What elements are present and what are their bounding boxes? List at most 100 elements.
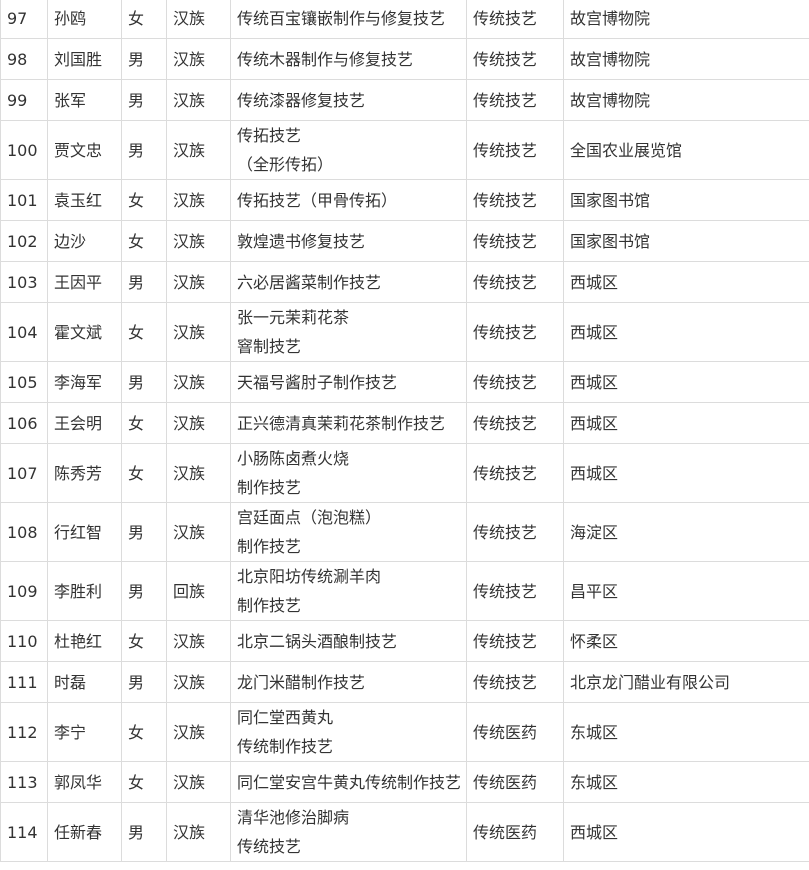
cell-ethnicity: 汉族 [166, 443, 231, 503]
cell-unit: 国家图书馆 [563, 220, 809, 262]
project-line: （全形传拓） [237, 155, 334, 174]
cell-gender: 女 [121, 702, 167, 762]
cell-project: 小肠陈卤煮火烧 制作技艺 [230, 443, 467, 503]
project-line: 正兴德清真茉莉花茶制作技艺 [237, 413, 446, 433]
cell-number: 101 [0, 179, 48, 221]
cell-unit: 怀柔区 [563, 620, 809, 662]
cell-project: 宫廷面点（泡泡糕） 制作技艺 [230, 502, 467, 562]
table-row: 106 王会明女汉族 正兴德清真茉莉花茶制作技艺 传统技艺 西城区 [0, 402, 809, 444]
cell-number: 97 [0, 0, 48, 39]
cell-gender: 男 [121, 802, 167, 862]
cell-category: 传统技艺 [466, 361, 564, 403]
cell-project: 北京二锅头酒酿制技艺 [230, 620, 467, 662]
cell-project: 清华池修治脚病 传统技艺 [230, 802, 467, 862]
cell-category: 传统医药 [466, 702, 564, 762]
cell-number: 103 [0, 261, 48, 303]
table-row: 109 李胜利男回族 北京阳坊传统涮羊肉 制作技艺 传统技艺 昌平区 [0, 561, 809, 621]
cell-ethnicity: 汉族 [166, 620, 231, 662]
cell-gender: 男 [121, 120, 167, 180]
cell-unit: 昌平区 [563, 561, 809, 621]
cell-gender: 女 [121, 443, 167, 503]
cell-name: 孙鸥 [47, 0, 122, 39]
cell-category: 传统技艺 [466, 443, 564, 503]
project-line: 制作技艺 [237, 596, 302, 615]
project-line: 同仁堂西黄丸 [237, 708, 334, 727]
cell-category: 传统技艺 [466, 0, 564, 39]
cell-gender: 男 [121, 561, 167, 621]
table-row: 105 李海军男汉族 天福号酱肘子制作技艺 传统技艺 西城区 [0, 361, 809, 403]
project-line: 清华池修治脚病 [237, 808, 350, 827]
cell-name: 行红智 [47, 502, 122, 562]
cell-number: 114 [0, 802, 48, 862]
project-line: 传统漆器修复技艺 [237, 90, 366, 110]
cell-ethnicity: 汉族 [166, 79, 231, 121]
cell-project: 北京阳坊传统涮羊肉 制作技艺 [230, 561, 467, 621]
cell-number: 112 [0, 702, 48, 762]
cell-project: 同仁堂西黄丸 传统制作技艺 [230, 702, 467, 762]
table-row: 108 行红智男汉族 宫廷面点（泡泡糕） 制作技艺 传统技艺 海淀区 [0, 502, 809, 562]
cell-category: 传统技艺 [466, 79, 564, 121]
project-line: 传拓技艺（甲骨传拓） [237, 190, 398, 210]
cell-ethnicity: 汉族 [166, 802, 231, 862]
cell-number: 113 [0, 761, 48, 803]
cell-project: 张一元茉莉花茶 窨制技艺 [230, 302, 467, 362]
project-line: 北京二锅头酒酿制技艺 [237, 631, 398, 651]
cell-project: 传统漆器修复技艺 [230, 79, 467, 121]
cell-number: 107 [0, 443, 48, 503]
cell-category: 传统技艺 [466, 302, 564, 362]
cell-project: 敦煌遗书修复技艺 [230, 220, 467, 262]
project-line: 制作技艺 [237, 478, 302, 497]
cell-gender: 男 [121, 502, 167, 562]
project-line: 传统技艺 [237, 837, 302, 856]
cell-unit: 海淀区 [563, 502, 809, 562]
cell-project: 传统木器制作与修复技艺 [230, 38, 467, 80]
table-row: 114 任新春男汉族 清华池修治脚病 传统技艺 传统医药 西城区 [0, 802, 809, 862]
project-line: 传统木器制作与修复技艺 [237, 49, 414, 69]
cell-project: 六必居酱菜制作技艺 [230, 261, 467, 303]
cell-gender: 男 [121, 38, 167, 80]
cell-category: 传统技艺 [466, 220, 564, 262]
cell-name: 郭凤华 [47, 761, 122, 803]
cell-unit: 西城区 [563, 361, 809, 403]
cell-unit: 西城区 [563, 302, 809, 362]
project-line: 张一元茉莉花茶 [237, 308, 350, 327]
inheritors-table: 97 孙鸥女汉族 传统百宝镶嵌制作与修复技艺 传统技艺 故宫博物院 98 刘国胜男汉族 传统木… [0, 0, 809, 862]
table-body: 97 孙鸥女汉族 传统百宝镶嵌制作与修复技艺 传统技艺 故宫博物院 98 刘国胜男汉族 传统木… [0, 0, 809, 862]
table-row: 97 孙鸥女汉族 传统百宝镶嵌制作与修复技艺 传统技艺 故宫博物院 [0, 0, 809, 39]
cell-category: 传统医药 [466, 761, 564, 803]
cell-name: 贾文忠 [47, 120, 122, 180]
cell-unit: 东城区 [563, 702, 809, 762]
cell-gender: 男 [121, 261, 167, 303]
cell-unit: 故宫博物院 [563, 38, 809, 80]
cell-ethnicity: 汉族 [166, 120, 231, 180]
cell-number: 104 [0, 302, 48, 362]
cell-name: 刘国胜 [47, 38, 122, 80]
cell-category: 传统技艺 [466, 661, 564, 703]
cell-ethnicity: 汉族 [166, 361, 231, 403]
cell-unit: 西城区 [563, 443, 809, 503]
cell-unit: 西城区 [563, 261, 809, 303]
project-line: 六必居酱菜制作技艺 [237, 272, 382, 292]
cell-name: 李海军 [47, 361, 122, 403]
project-line: 窨制技艺 [237, 337, 302, 356]
cell-ethnicity: 汉族 [166, 661, 231, 703]
cell-number: 111 [0, 661, 48, 703]
cell-ethnicity: 汉族 [166, 302, 231, 362]
cell-ethnicity: 汉族 [166, 502, 231, 562]
project-line: 天福号酱肘子制作技艺 [237, 372, 398, 392]
cell-ethnicity: 汉族 [166, 0, 231, 39]
cell-unit: 北京龙门醋业有限公司 [563, 661, 809, 703]
cell-project: 传拓技艺 （全形传拓） [230, 120, 467, 180]
cell-gender: 男 [121, 661, 167, 703]
project-line: 敦煌遗书修复技艺 [237, 231, 366, 251]
project-line: 传统制作技艺 [237, 737, 334, 756]
cell-gender: 女 [121, 620, 167, 662]
cell-project: 传统百宝镶嵌制作与修复技艺 [230, 0, 467, 39]
cell-project: 同仁堂安宫牛黄丸传统制作技艺 [230, 761, 467, 803]
table-row: 112 李宁女汉族 同仁堂西黄丸 传统制作技艺 传统医药 东城区 [0, 702, 809, 762]
cell-number: 100 [0, 120, 48, 180]
cell-name: 时磊 [47, 661, 122, 703]
cell-project: 正兴德清真茉莉花茶制作技艺 [230, 402, 467, 444]
cell-name: 王因平 [47, 261, 122, 303]
cell-gender: 女 [121, 220, 167, 262]
